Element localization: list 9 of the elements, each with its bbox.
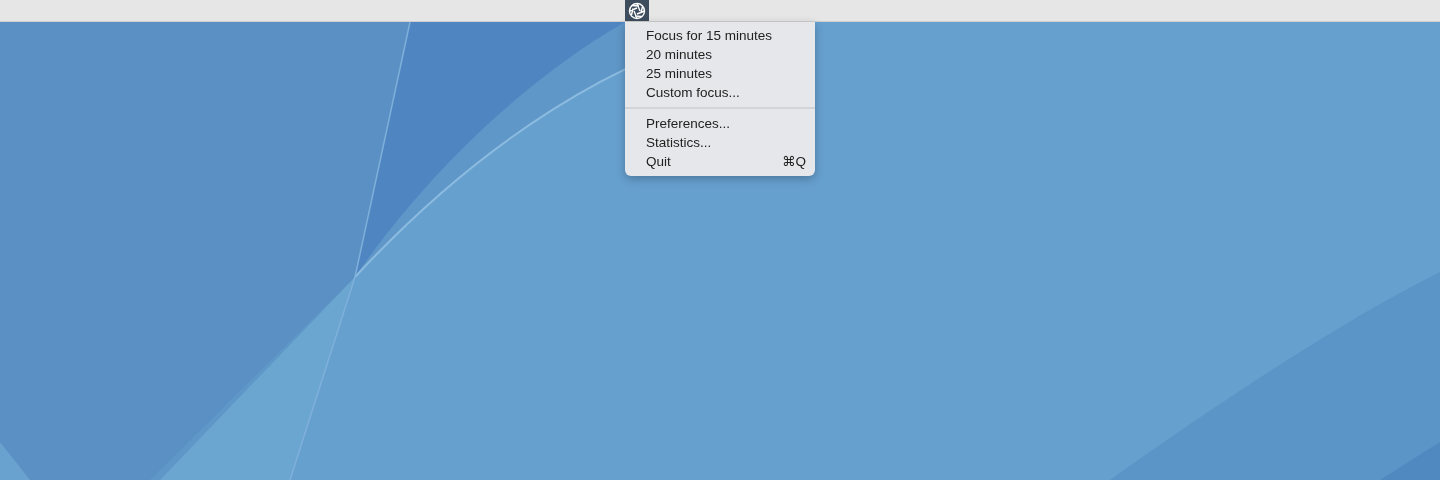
menu-item[interactable]: Statistics...: [625, 133, 815, 152]
menu-item[interactable]: Custom focus...: [625, 83, 815, 102]
menu-item[interactable]: Focus for 15 minutes: [625, 26, 815, 45]
menu-item[interactable]: Preferences...: [625, 114, 815, 133]
shortcut-label: ⌘Q: [782, 153, 806, 171]
menu-item[interactable]: 25 minutes: [625, 64, 815, 83]
menu-item[interactable]: Quit ⌘Q: [625, 152, 815, 171]
menu-item[interactable]: 20 minutes: [625, 45, 815, 64]
status-item-icon[interactable]: [625, 0, 649, 21]
